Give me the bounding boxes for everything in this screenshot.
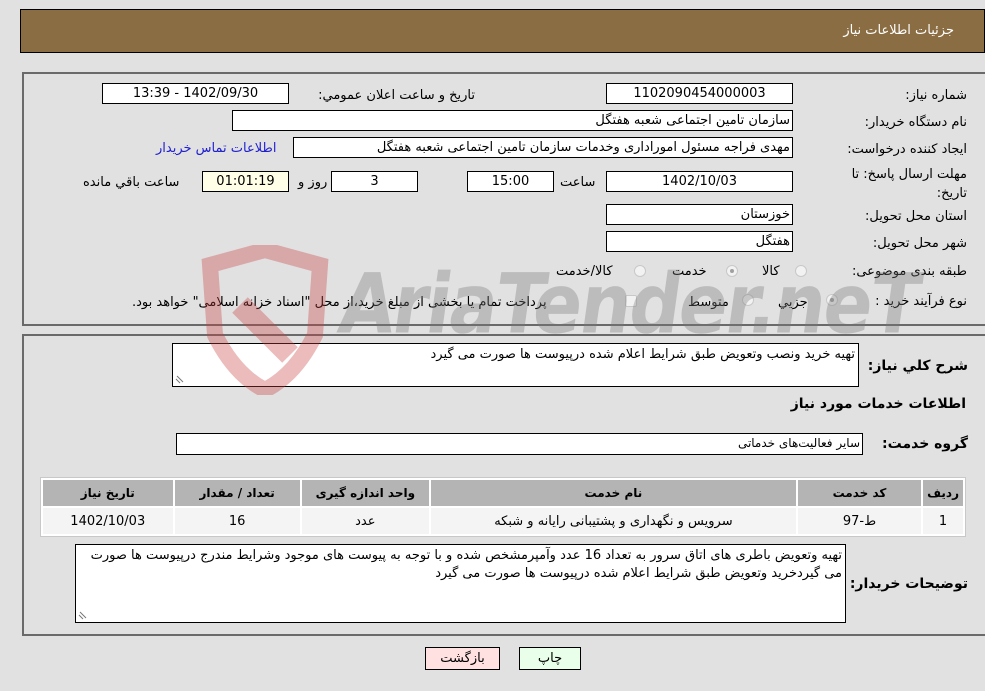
resize-grip-icon[interactable] (175, 374, 185, 384)
deadline-label: مهلت ارسال پاسخ: تا تاریخ: (851, 167, 967, 201)
page-header: جزئیات اطلاعات نیاز (20, 9, 985, 53)
col-need-date: تاریخ نیاز (43, 480, 173, 506)
col-quantity: تعداد / مقدار (174, 480, 300, 506)
service-group-field[interactable]: سایر فعالیت‌های خدماتی (176, 433, 863, 455)
requester-label: ایجاد کننده درخواست: (847, 142, 967, 157)
buyer-org-field[interactable]: سازمان تامین اجتماعی شعبه هفتگل (232, 110, 793, 131)
cell-need-date: 1402/10/03 (43, 508, 173, 534)
requester-field[interactable]: مهدی فراجه مسئول اموراداری وخدمات سازمان… (293, 137, 793, 158)
province-field[interactable]: خوزستان (606, 204, 793, 225)
buyer-notes-text: تهیه وتعویض باطری های اتاق سرور به تعداد… (90, 548, 842, 581)
deadline-time-label: ساعت (560, 175, 596, 190)
services-table-wrap: رديف کد خدمت نام خدمت واحد اندازه گيری ت… (40, 477, 966, 537)
city-label: شهر محل تحويل: (872, 236, 967, 251)
page-title: جزئیات اطلاعات نیاز (843, 23, 954, 38)
col-unit: واحد اندازه گيری (301, 480, 429, 506)
buyer-notes-label: توضيحات خريدار: (849, 576, 968, 592)
days-label: روز و (298, 175, 328, 190)
need-number-field[interactable]: 1102090454000003 (606, 83, 793, 104)
description-label: شرح کلي نياز: (867, 358, 968, 374)
col-service-code: کد خدمت (797, 480, 922, 506)
services-section-title: اطلاعات خدمات مورد نياز (790, 396, 966, 412)
purchase-type-label: نوع فرآیند خرید : (875, 294, 967, 309)
service-group-label: گروه خدمت: (882, 436, 968, 452)
back-button[interactable]: بازگشت (425, 647, 500, 670)
buyer-contact-link[interactable]: اطلاعات تماس خريدار (156, 141, 276, 156)
treasury-checkbox[interactable] (625, 295, 637, 307)
category-service-radio[interactable] (726, 265, 738, 277)
category-both-label: کالا/خدمت (556, 264, 613, 279)
col-row-number: رديف (923, 480, 963, 506)
buyer-org-label: نام دستگاه خريدار: (864, 115, 967, 130)
description-text: تهیه خرید ونصب وتعویض طبق شرایط اعلام شد… (430, 347, 856, 362)
announce-datetime-field[interactable]: 1402/09/30 - 13:39 (102, 83, 289, 104)
cell-service-code: ط-97 (797, 508, 922, 534)
buyer-notes-textarea[interactable]: تهیه وتعویض باطری های اتاق سرور به تعداد… (75, 544, 846, 623)
purchase-minor-radio[interactable] (826, 294, 838, 306)
category-both-radio[interactable] (634, 265, 646, 277)
purchase-medium-radio[interactable] (742, 294, 754, 306)
need-number-label: شماره نیاز: (905, 88, 967, 103)
treasury-note: پرداخت تمام یا بخشی از مبلغ خرید،از محل … (132, 295, 547, 310)
deadline-date-field[interactable]: 1402/10/03 (606, 171, 793, 192)
table-row: 1 ط-97 سرویس و نگهداری و پشتیبانی رایانه… (43, 508, 963, 534)
col-service-name: نام خدمت (430, 480, 796, 506)
cell-service-name: سرویس و نگهداری و پشتیبانی رایانه و شبکه (430, 508, 796, 534)
category-goods-label: کالا (762, 264, 780, 279)
purchase-minor-label: جزيي (778, 295, 808, 310)
category-goods-radio[interactable] (795, 265, 807, 277)
days-remaining-field: 3 (331, 171, 418, 192)
description-textarea[interactable]: تهیه خرید ونصب وتعویض طبق شرایط اعلام شد… (172, 343, 859, 387)
announce-datetime-label: تاریخ و ساعت اعلان عمومي: (318, 88, 475, 103)
province-label: استان محل تحويل: (865, 209, 967, 224)
category-label: طبقه بندی موضوعی: (851, 264, 967, 279)
table-header-row: رديف کد خدمت نام خدمت واحد اندازه گيری ت… (43, 480, 963, 506)
cell-unit: عدد (301, 508, 429, 534)
cell-row-number: 1 (923, 508, 963, 534)
time-remaining-label: ساعت باقي مانده (83, 175, 180, 190)
services-table: رديف کد خدمت نام خدمت واحد اندازه گيری ت… (40, 477, 966, 537)
category-service-label: خدمت (672, 264, 707, 279)
cell-quantity: 16 (174, 508, 300, 534)
purchase-medium-label: متوسط (688, 295, 729, 310)
print-button[interactable]: چاپ (519, 647, 581, 670)
resize-grip-icon[interactable] (78, 610, 88, 620)
city-field[interactable]: هفتگل (606, 231, 793, 252)
deadline-time-field[interactable]: 15:00 (467, 171, 554, 192)
time-remaining-field: 01:01:19 (202, 171, 289, 192)
